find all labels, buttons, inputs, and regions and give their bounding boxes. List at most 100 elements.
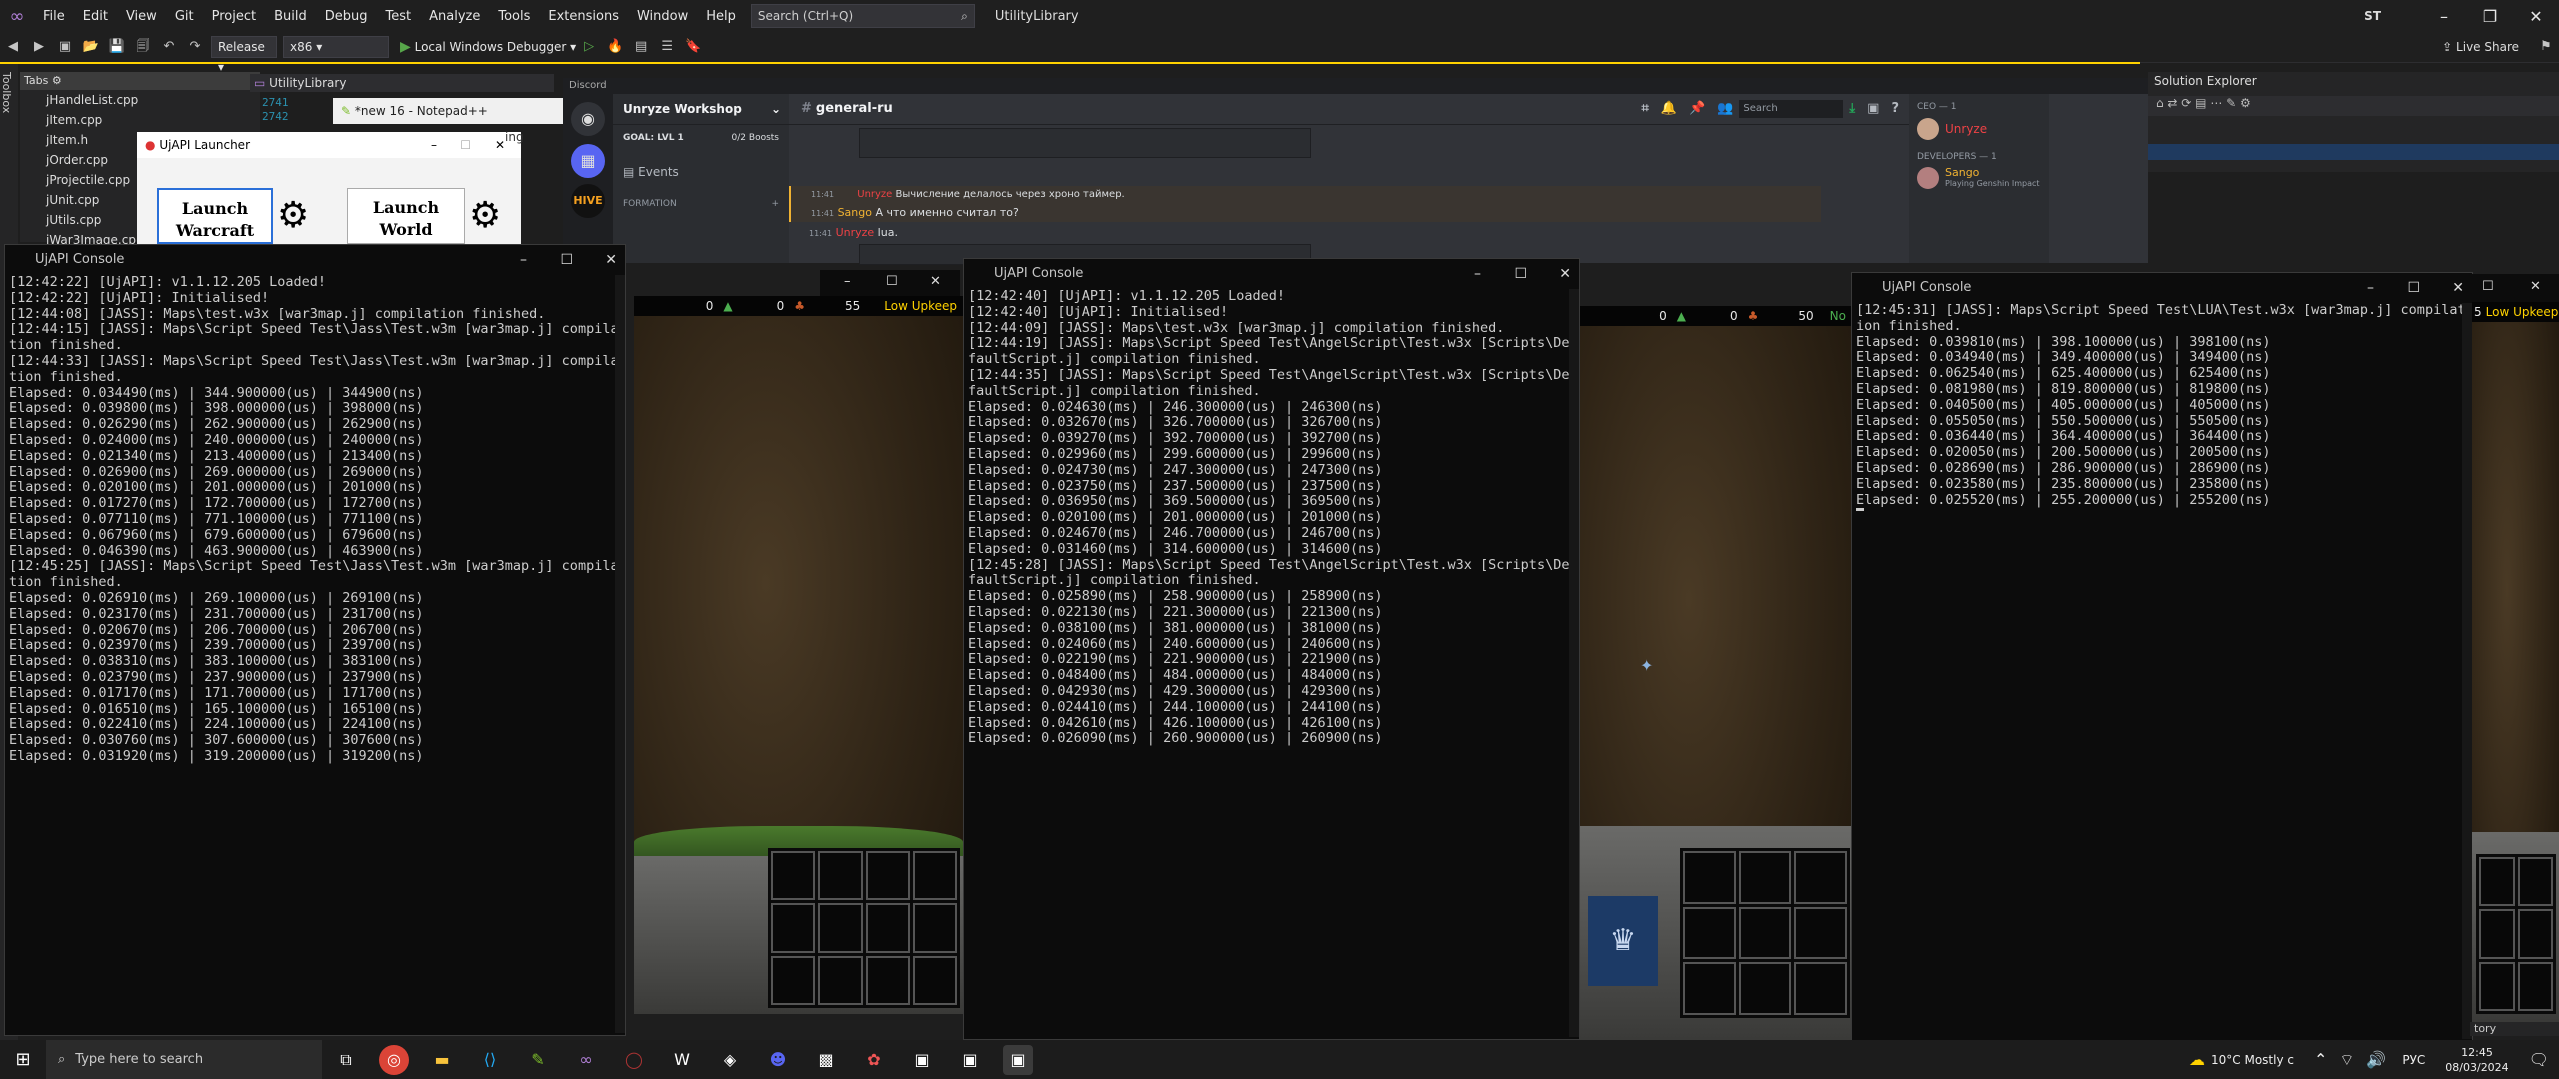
menu-file[interactable]: File xyxy=(34,9,74,24)
game-viewport[interactable]: 0 ▲ 0 ♣ 55 Low Upkeep xyxy=(634,296,963,1014)
start-debug-button[interactable]: ▶ Local Windows Debugger ▾ xyxy=(400,39,576,55)
close-icon[interactable]: ✕ xyxy=(2513,7,2559,26)
menu-edit[interactable]: Edit xyxy=(74,9,117,24)
menu-analyze[interactable]: Analyze xyxy=(420,9,489,24)
member-item[interactable]: Unryze xyxy=(1917,118,2049,140)
back-icon[interactable]: ◀ xyxy=(4,38,22,56)
events-item[interactable]: ▤ Events xyxy=(613,151,789,193)
new-project-icon[interactable]: ▣ xyxy=(56,38,74,56)
close-icon[interactable]: ✕ xyxy=(930,274,941,289)
restore-icon[interactable]: ❐ xyxy=(2467,7,2513,26)
server-icon[interactable]: ▦ xyxy=(571,144,605,178)
command-slot[interactable] xyxy=(2479,909,2515,959)
msg-user[interactable]: Unryze xyxy=(836,226,875,239)
command-slot[interactable] xyxy=(1738,962,1792,1015)
forward-icon[interactable]: ▶ xyxy=(30,38,48,56)
launch-warcraft-button[interactable]: Launch Warcraft xyxy=(157,188,273,244)
command-slot[interactable] xyxy=(912,903,957,953)
command-slot[interactable] xyxy=(2517,961,2553,1011)
editor-settings-icon[interactable]: ⚙ xyxy=(469,196,501,236)
discord-icon[interactable]: ☻ xyxy=(763,1045,793,1075)
tray-chevron-icon[interactable]: ⌃ xyxy=(2314,1050,2327,1069)
menu-extensions[interactable]: Extensions xyxy=(539,9,628,24)
minimize-icon[interactable]: – xyxy=(844,274,851,289)
bookmark-icon[interactable]: 🔖 xyxy=(684,38,702,56)
category-header[interactable]: FORMATION + xyxy=(613,193,789,215)
config-dropdown[interactable]: Release ▾ xyxy=(211,36,277,74)
notepadpp-icon[interactable]: ✎ xyxy=(523,1045,553,1075)
notepad-window[interactable]: ✎ *new 16 - Notepad++ xyxy=(333,98,563,124)
menu-build[interactable]: Build xyxy=(265,9,316,24)
menu-tools[interactable]: Tools xyxy=(489,9,539,24)
close-icon[interactable]: ✕ xyxy=(495,132,505,158)
maximize-icon[interactable]: ☐ xyxy=(560,245,573,275)
windows-start-icon[interactable]: ⊞ xyxy=(0,1049,46,1070)
volume-icon[interactable]: 🔊 xyxy=(2366,1050,2386,1069)
console-window[interactable]: UjAPI Console – ☐ ✕ [12:42:40] [UjAPI]: … xyxy=(963,258,1580,1040)
command-slot[interactable] xyxy=(865,955,910,1005)
command-slot[interactable] xyxy=(818,851,863,901)
minimize-icon[interactable]: – xyxy=(431,132,437,158)
taskbar-search[interactable]: ⌕ Type here to search xyxy=(46,1040,322,1079)
command-slot[interactable] xyxy=(771,955,816,1005)
inbox-icon[interactable]: ▣ xyxy=(1867,94,1879,124)
bottom-panel-tab[interactable]: tory xyxy=(2470,1022,2559,1036)
maximize-icon[interactable]: ☐ xyxy=(886,274,898,289)
vscode-icon[interactable]: ⟨⟩ xyxy=(475,1045,505,1075)
vs-search-box[interactable]: Search (Ctrl+Q) ⌕ xyxy=(750,4,975,28)
command-slot[interactable] xyxy=(818,955,863,1005)
hot-reload-icon[interactable]: 🔥 xyxy=(606,38,624,56)
open-icon[interactable]: 📂 xyxy=(82,38,100,56)
console-scrollbar[interactable] xyxy=(1569,289,1579,1037)
msg-user[interactable]: Sango xyxy=(838,206,872,219)
pin-icon[interactable]: 📌 xyxy=(1689,94,1705,124)
weather-icon[interactable]: ☁ xyxy=(2189,1050,2205,1069)
command-slot[interactable] xyxy=(1683,962,1736,1015)
network-icon[interactable]: ⌔ xyxy=(2339,1050,2354,1070)
game-viewport[interactable]: 0 ▲ 0 ♣ 50 No ✦ ♛ xyxy=(1580,306,1852,1040)
menu-git[interactable]: Git xyxy=(166,9,203,24)
weather-text[interactable]: 10°C Mostly c xyxy=(2211,1053,2294,1067)
menu-view[interactable]: View xyxy=(117,9,166,24)
chrome-icon[interactable]: ◎ xyxy=(379,1044,409,1075)
close-icon[interactable]: ✕ xyxy=(2530,279,2541,294)
command-slot[interactable] xyxy=(912,955,957,1005)
start-without-debug-icon[interactable]: ▷ xyxy=(580,38,598,56)
menu-debug[interactable]: Debug xyxy=(316,9,377,24)
command-slot[interactable] xyxy=(771,851,816,901)
command-slot[interactable] xyxy=(1738,851,1792,904)
platform-dropdown[interactable]: x86 ▾ xyxy=(283,36,389,58)
command-slot[interactable] xyxy=(865,903,910,953)
console-scrollbar[interactable] xyxy=(2462,303,2472,1039)
hive-server-icon[interactable]: HIVE xyxy=(571,184,605,218)
unit-icon[interactable]: ✦ xyxy=(1640,656,1653,675)
command-slot[interactable] xyxy=(2517,909,2553,959)
bell-icon[interactable]: 🔔 xyxy=(1661,94,1677,124)
file-item[interactable]: jItem.cpp xyxy=(46,110,260,130)
feedback-icon[interactable]: ⚑ xyxy=(2537,38,2555,56)
member-item[interactable]: Sango Playing Genshin Impact xyxy=(1917,166,2049,189)
members-icon[interactable]: 👥 xyxy=(1717,94,1733,124)
task-view-icon[interactable]: ⧉ xyxy=(331,1045,361,1075)
file-explorer-icon[interactable]: ▬ xyxy=(427,1045,457,1075)
save-all-icon[interactable]: 🗐 xyxy=(134,38,152,56)
console-window[interactable]: UjAPI Console – ☐ ✕ [12:45:31] [JASS]: M… xyxy=(1851,272,2473,1042)
msg-user[interactable]: Unryze xyxy=(857,189,892,200)
visual-studio-icon[interactable]: ∞ xyxy=(571,1045,601,1075)
maximize-icon[interactable]: ☐ xyxy=(2482,279,2494,294)
command-slot[interactable] xyxy=(1683,851,1736,904)
command-slot[interactable] xyxy=(771,903,816,953)
file-item[interactable]: jHandleList.cpp xyxy=(46,90,260,110)
gear-icon[interactable]: ⚙ xyxy=(52,74,62,87)
command-slot[interactable] xyxy=(2479,961,2515,1011)
minimize-icon[interactable]: – xyxy=(520,245,527,275)
app-icon[interactable]: ✿ xyxy=(859,1045,889,1075)
threads-icon[interactable]: ⌗ xyxy=(1642,94,1649,124)
minimize-icon[interactable]: – xyxy=(1474,259,1481,289)
command-slot[interactable] xyxy=(1794,851,1847,904)
console-app-icon[interactable]: ▣ xyxy=(955,1045,985,1075)
save-icon[interactable]: 💾 xyxy=(108,38,126,56)
launch-world-editor-button[interactable]: Launch World Editor xyxy=(347,188,465,261)
menu-project[interactable]: Project xyxy=(203,9,265,24)
discord-search[interactable]: Search xyxy=(1739,100,1844,118)
